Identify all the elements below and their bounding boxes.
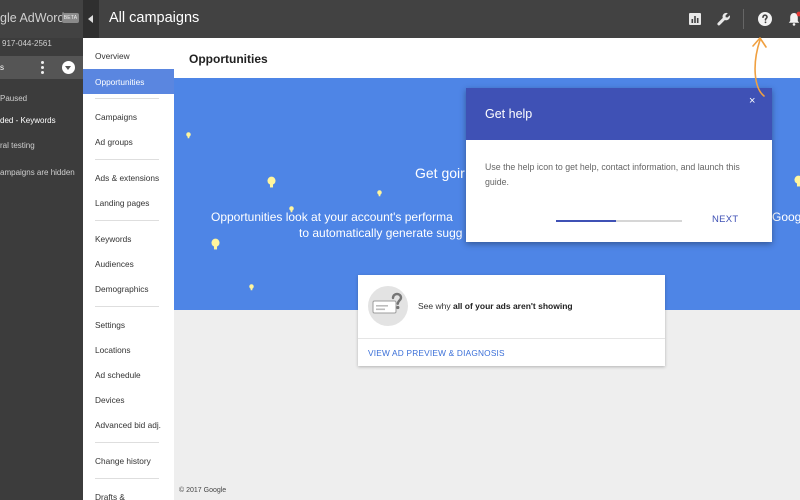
nav-divider <box>95 478 159 479</box>
hero-title: Get goir <box>415 165 465 181</box>
section-title: Opportunities <box>189 52 268 66</box>
nav-item-overview[interactable]: Overview <box>95 51 130 61</box>
collapse-sidebar-button[interactable] <box>83 0 99 38</box>
lightbulb-icon <box>794 175 800 187</box>
card-message: See why all of your ads aren't showing <box>418 301 573 311</box>
nav-item-ad-schedule[interactable]: Ad schedule <box>95 370 141 380</box>
lightbulb-icon <box>377 190 382 197</box>
toolbar-separator <box>743 9 744 29</box>
guide-progress-bar <box>556 220 682 222</box>
nav-divider <box>95 159 159 160</box>
account-sidebar <box>0 38 83 500</box>
dialog-body: Use the help icon to get help, contact i… <box>485 162 740 187</box>
ads-not-showing-card: See why all of your ads aren't showing V… <box>358 275 665 366</box>
more-vert-icon[interactable] <box>41 61 44 74</box>
pointer-arrow-icon <box>752 37 767 97</box>
nav-item-ads-extensions[interactable]: Ads & extensions <box>95 173 159 183</box>
nav-item-drafts[interactable]: Drafts & <box>95 492 125 500</box>
campaign-item[interactable]: Paused <box>0 94 27 103</box>
nav-divider <box>95 442 159 443</box>
account-selector[interactable]: s <box>0 56 83 79</box>
nav-divider <box>95 306 159 307</box>
nav-item-keywords[interactable]: Keywords <box>95 234 131 244</box>
get-help-dialog: Get help × Use the help icon to get help… <box>466 88 772 242</box>
next-button[interactable]: NEXT <box>712 214 739 225</box>
nav-item-settings[interactable]: Settings <box>95 320 125 330</box>
beta-badge: BETA <box>62 13 79 23</box>
nav-item-audiences[interactable]: Audiences <box>95 259 134 269</box>
hero-description-line1: Opportunities look at your account's per… <box>211 210 453 224</box>
hero-description-line2: to automatically generate sugg <box>299 226 463 240</box>
lightbulb-icon <box>249 284 254 291</box>
card-divider <box>358 338 665 339</box>
nav-item-advanced-bid-adj[interactable]: Advanced bid adj. <box>95 420 161 430</box>
account-selected-label: s <box>0 63 4 72</box>
hero-description-right: Googl <box>772 210 800 224</box>
nav-item-label: Opportunities <box>95 77 145 87</box>
guide-progress-fill <box>556 220 617 222</box>
top-app-bar: gle AdWords BETA All campaigns <box>0 0 800 38</box>
nav-item-opportunities[interactable]: Opportunities <box>83 69 174 94</box>
notifications-bell-icon[interactable] <box>786 11 800 27</box>
nav-item-landing-pages[interactable]: Landing pages <box>95 198 149 208</box>
account-phone: 917-044-2561 <box>2 39 52 48</box>
brand-name: gle AdWords <box>0 11 71 25</box>
nav-item-campaigns[interactable]: Campaigns <box>95 112 137 122</box>
dialog-header: Get help × <box>466 88 772 140</box>
nav-item-ad-groups[interactable]: Ad groups <box>95 137 133 147</box>
view-ad-preview-link[interactable]: VIEW AD PREVIEW & DIAGNOSIS <box>368 348 505 358</box>
lightbulb-icon <box>186 132 191 139</box>
nav-item-devices[interactable]: Devices <box>95 395 125 405</box>
hidden-campaigns-notice: ampaigns are hidden <box>0 168 75 177</box>
reports-icon[interactable] <box>687 11 703 27</box>
campaign-item[interactable]: ral testing <box>0 141 35 150</box>
section-header: Opportunities <box>174 38 800 78</box>
campaign-item[interactable]: ded - Keywords <box>0 116 56 125</box>
nav-divider <box>95 98 159 99</box>
page-nav: Overview Opportunities Campaigns Ad grou… <box>83 38 174 500</box>
nav-item-change-history[interactable]: Change history <box>95 456 151 466</box>
lightbulb-icon <box>211 238 220 250</box>
chevron-down-icon[interactable] <box>62 61 75 74</box>
dialog-title: Get help <box>485 107 533 121</box>
nav-item-locations[interactable]: Locations <box>95 345 131 355</box>
nav-item-demographics[interactable]: Demographics <box>95 284 149 294</box>
ad-question-icon <box>368 286 408 326</box>
page-title: All campaigns <box>109 10 200 26</box>
tools-wrench-icon[interactable] <box>716 11 732 27</box>
help-icon[interactable] <box>757 11 773 27</box>
lightbulb-icon <box>267 176 276 188</box>
copyright-footer: © 2017 Google <box>179 487 227 494</box>
nav-divider <box>95 220 159 221</box>
